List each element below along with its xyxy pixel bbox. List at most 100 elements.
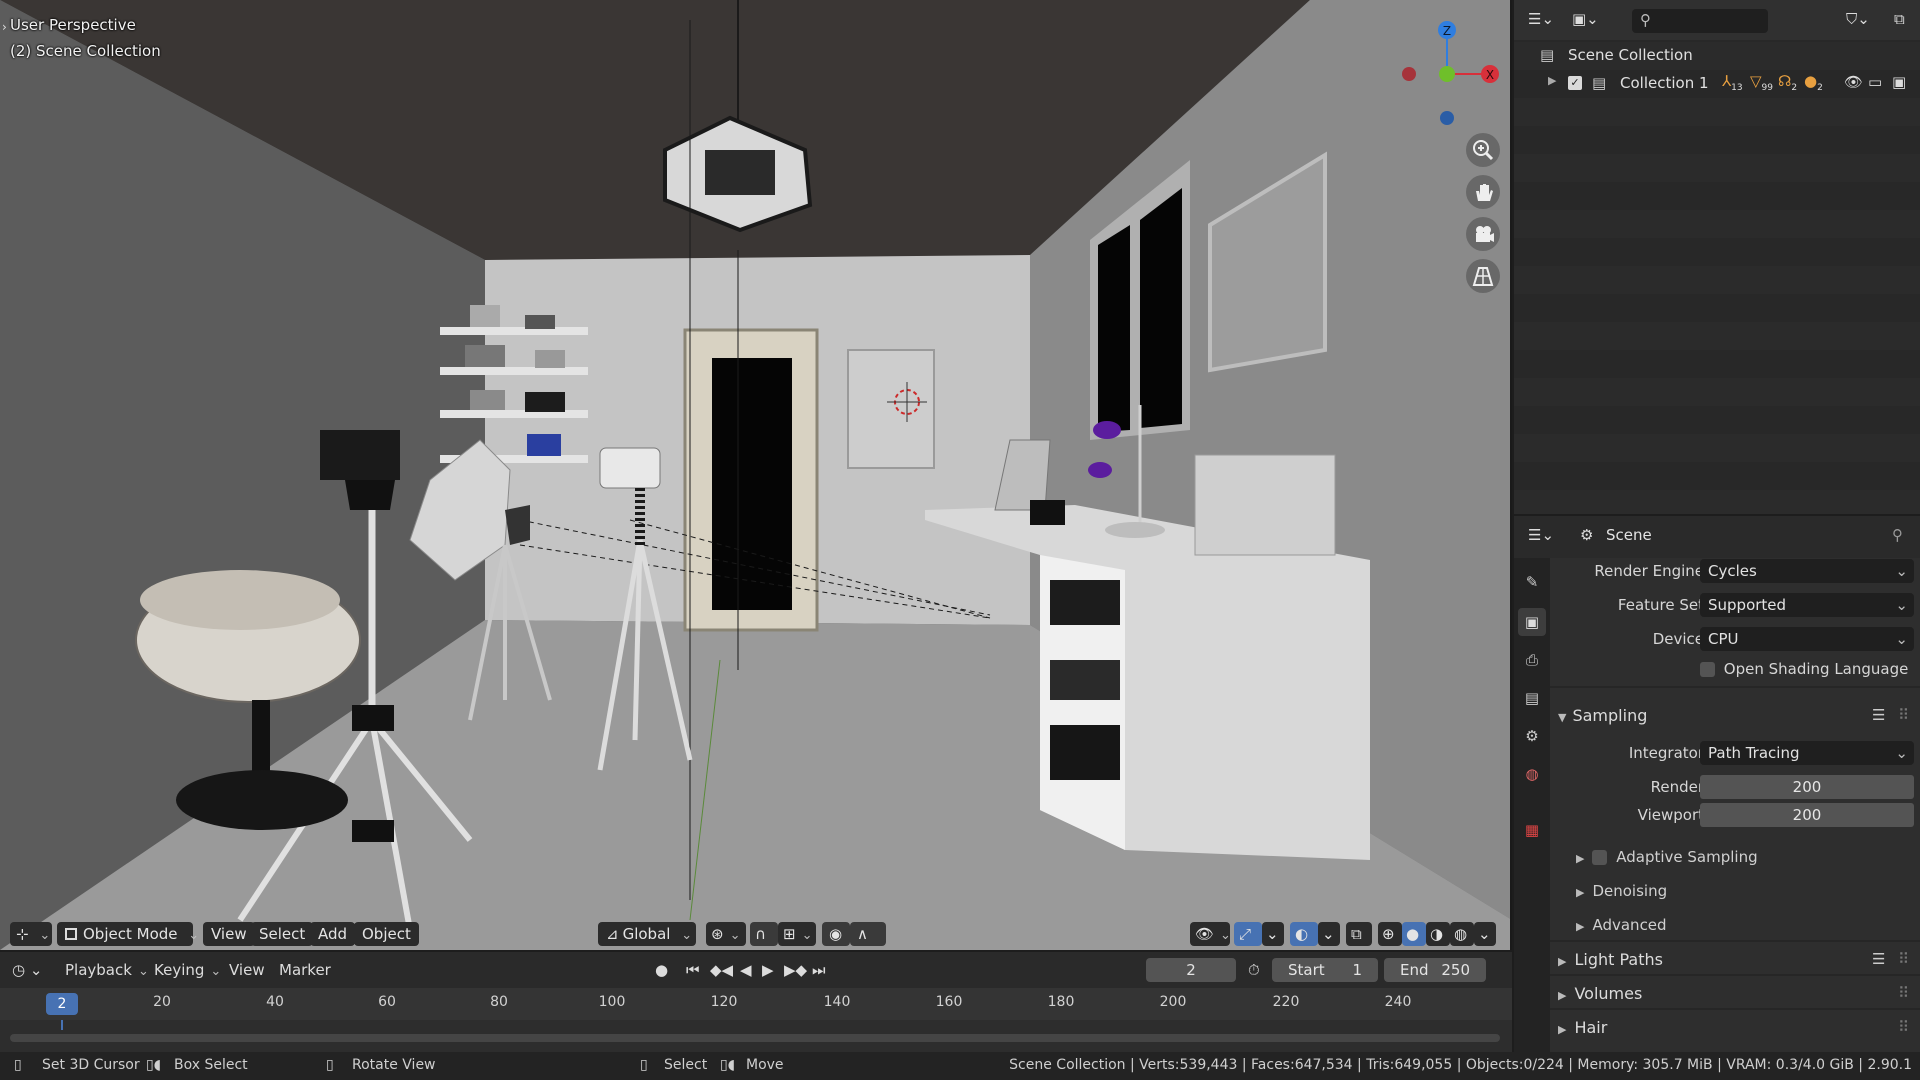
properties-editor-type-icon[interactable]: ☰⌄ bbox=[1528, 526, 1554, 544]
gizmo-neg-z-axis[interactable] bbox=[1440, 111, 1454, 125]
advanced-header[interactable]: ▶ Advanced bbox=[1576, 916, 1667, 934]
ruler-tick: 100 bbox=[598, 994, 626, 1010]
transform-orientation-select[interactable]: ⊿ Global bbox=[598, 922, 696, 946]
proportional-editing-toggle[interactable]: ◉ bbox=[822, 922, 850, 946]
gizmo-neg-x-axis[interactable] bbox=[1402, 67, 1416, 81]
osl-checkbox-row[interactable]: Open Shading Language bbox=[1700, 660, 1908, 678]
timeline-editor-type-icon[interactable]: ◷ ⌄ bbox=[12, 960, 42, 980]
current-frame-field[interactable]: 2 bbox=[1146, 958, 1236, 982]
play-reverse-icon[interactable]: ◀ bbox=[740, 960, 752, 980]
start-frame-field[interactable]: Start 1 bbox=[1272, 958, 1378, 982]
gizmo-dropdown[interactable]: ⌄ bbox=[1262, 922, 1284, 946]
drag-handle-icon[interactable]: ⠿ bbox=[1898, 984, 1909, 1002]
new-collection-icon[interactable]: ⧉ bbox=[1894, 10, 1905, 28]
list-icon[interactable]: ☰ bbox=[1872, 950, 1885, 968]
hand-icon[interactable] bbox=[1466, 175, 1500, 209]
list-icon[interactable]: ☰ bbox=[1872, 706, 1885, 724]
outliner-search-input[interactable]: ⚲ bbox=[1632, 9, 1768, 33]
pivot-point-select[interactable]: ⊛ bbox=[706, 922, 746, 946]
jump-keyframe-back-icon[interactable]: ◆◀ bbox=[710, 960, 733, 980]
camera-icon[interactable] bbox=[1466, 217, 1500, 251]
pin-icon[interactable]: ⚲ bbox=[1892, 526, 1903, 544]
osl-checkbox[interactable] bbox=[1700, 662, 1715, 677]
drag-handle-icon[interactable]: ⠿ bbox=[1898, 950, 1909, 968]
integrator-select[interactable]: Path Tracing ⌄ bbox=[1700, 741, 1914, 765]
jump-keyframe-forward-icon[interactable]: ▶◆ bbox=[784, 960, 807, 980]
menu-object[interactable]: Object bbox=[354, 922, 419, 946]
hair-panel-header[interactable]: ▶ Hair bbox=[1558, 1018, 1607, 1037]
render-samples-field[interactable]: 200 bbox=[1700, 775, 1914, 799]
playback-menu[interactable]: Playback bbox=[65, 960, 149, 982]
expand-arrow-icon[interactable]: ▶ bbox=[1548, 74, 1556, 87]
drag-handle-icon[interactable]: ⠿ bbox=[1898, 1018, 1909, 1036]
gizmo-toggle[interactable]: ⤢ bbox=[1234, 922, 1262, 946]
outliner-editor-type-icon[interactable]: ☰⌄ bbox=[1528, 10, 1554, 28]
menu-add[interactable]: Add bbox=[310, 922, 356, 946]
render-engine-select[interactable]: Cycles ⌄ bbox=[1700, 559, 1914, 583]
viewport-samples-field[interactable]: 200 bbox=[1700, 803, 1914, 827]
play-icon[interactable]: ▶ bbox=[762, 960, 774, 980]
object-mode-icon bbox=[65, 928, 77, 940]
editor-type-button[interactable]: ⊹ bbox=[10, 922, 52, 946]
sidebar-toggle-icon[interactable]: › bbox=[2, 20, 7, 34]
texture-tab-icon[interactable]: ▦ bbox=[1518, 816, 1546, 844]
adaptive-sampling-header[interactable]: ▶ Adaptive Sampling bbox=[1576, 848, 1758, 866]
overlays-toggle[interactable]: ◐ bbox=[1290, 922, 1318, 946]
sampling-panel-header[interactable]: ▼ Sampling bbox=[1558, 706, 1647, 725]
shading-wireframe[interactable]: ⊕ bbox=[1378, 922, 1402, 946]
jump-start-icon[interactable]: ⏮ bbox=[686, 960, 700, 980]
menu-view[interactable]: View bbox=[203, 922, 255, 946]
timeline-body[interactable] bbox=[0, 1020, 1512, 1052]
denoising-header[interactable]: ▶ Denoising bbox=[1576, 882, 1667, 900]
jump-end-icon[interactable]: ⏭ bbox=[812, 960, 826, 980]
filter-icon[interactable]: ⛉⌄ bbox=[1846, 10, 1870, 28]
eye-icon[interactable]: 👁 bbox=[1844, 73, 1863, 91]
snap-toggle[interactable]: ∩ bbox=[750, 922, 778, 946]
outliner-row-collection-1[interactable]: ▶ ✓ ▤ Collection 1 ⅄13 ▽99 ☊2 ●2 👁 ▭ ▣ bbox=[1514, 70, 1920, 98]
tool-tab-icon[interactable]: ✎ bbox=[1518, 568, 1546, 596]
display-mode-icon[interactable]: ▣⌄ bbox=[1572, 10, 1599, 28]
playhead[interactable]: 2 bbox=[46, 993, 78, 1015]
volumes-panel-header[interactable]: ▶ Volumes bbox=[1558, 984, 1642, 1003]
menu-select[interactable]: Select bbox=[251, 922, 314, 946]
shading-rendered[interactable]: ◍ bbox=[1450, 922, 1474, 946]
output-tab-icon[interactable]: ⎙ bbox=[1518, 646, 1546, 674]
render-tab-icon[interactable]: ▣ bbox=[1518, 608, 1546, 636]
mouse-drag-icon: ▯◖ bbox=[720, 1057, 736, 1073]
snap-target-select[interactable]: ⊞ bbox=[778, 922, 816, 946]
timeline-ruler[interactable]: 2 20 40 60 80 100 120 140 160 180 200 22… bbox=[0, 988, 1512, 1020]
shading-material[interactable]: ◑ bbox=[1426, 922, 1450, 946]
shading-dropdown[interactable]: ⌄ bbox=[1474, 922, 1496, 946]
adaptive-sampling-checkbox[interactable] bbox=[1592, 850, 1608, 865]
feature-set-select[interactable]: Supported ⌄ bbox=[1700, 593, 1914, 617]
overlays-dropdown[interactable]: ⌄ bbox=[1318, 922, 1340, 946]
gizmo-y-axis[interactable] bbox=[1439, 66, 1455, 82]
chevron-down-icon: ⌄ bbox=[1478, 925, 1491, 943]
falloff-select[interactable]: ∧ bbox=[850, 922, 886, 946]
3d-viewport[interactable]: User Perspective (2) Scene Collection › … bbox=[0, 0, 1512, 950]
visibility-select[interactable]: 👁 bbox=[1190, 922, 1230, 946]
device-select[interactable]: CPU ⌄ bbox=[1700, 627, 1914, 651]
shading-solid[interactable]: ● bbox=[1402, 922, 1426, 946]
timeline-view-menu[interactable]: View bbox=[229, 960, 265, 980]
keying-menu[interactable]: Keying bbox=[154, 960, 221, 982]
stopwatch-icon[interactable]: ⏱ bbox=[1248, 960, 1260, 980]
light-paths-panel-header[interactable]: ▶ Light Paths bbox=[1558, 950, 1663, 969]
render-camera-icon[interactable]: ▣ bbox=[1892, 73, 1906, 91]
world-tab-icon[interactable]: ◍ bbox=[1518, 760, 1546, 788]
mode-select[interactable]: Object Mode bbox=[57, 922, 193, 946]
outliner-row-scene-collection[interactable]: ▤ Scene Collection bbox=[1514, 42, 1920, 70]
zoom-icon[interactable] bbox=[1466, 133, 1500, 167]
xray-toggle[interactable]: ⧉ bbox=[1346, 922, 1372, 946]
navigation-gizmo[interactable]: Z X bbox=[1385, 10, 1505, 130]
record-icon[interactable]: ● bbox=[655, 960, 668, 980]
timeline-scrollbar[interactable] bbox=[10, 1034, 1500, 1042]
grid-icon[interactable] bbox=[1466, 259, 1500, 293]
monitor-icon[interactable]: ▭ bbox=[1868, 73, 1882, 91]
end-frame-field[interactable]: End 250 bbox=[1384, 958, 1486, 982]
drag-handle-icon[interactable]: ⠿ bbox=[1898, 706, 1909, 724]
marker-menu[interactable]: Marker bbox=[279, 960, 331, 980]
collection-checkbox[interactable]: ✓ bbox=[1568, 76, 1582, 90]
view-layer-tab-icon[interactable]: ▤ bbox=[1518, 684, 1546, 712]
scene-tab-icon[interactable]: ⚙ bbox=[1518, 722, 1546, 750]
